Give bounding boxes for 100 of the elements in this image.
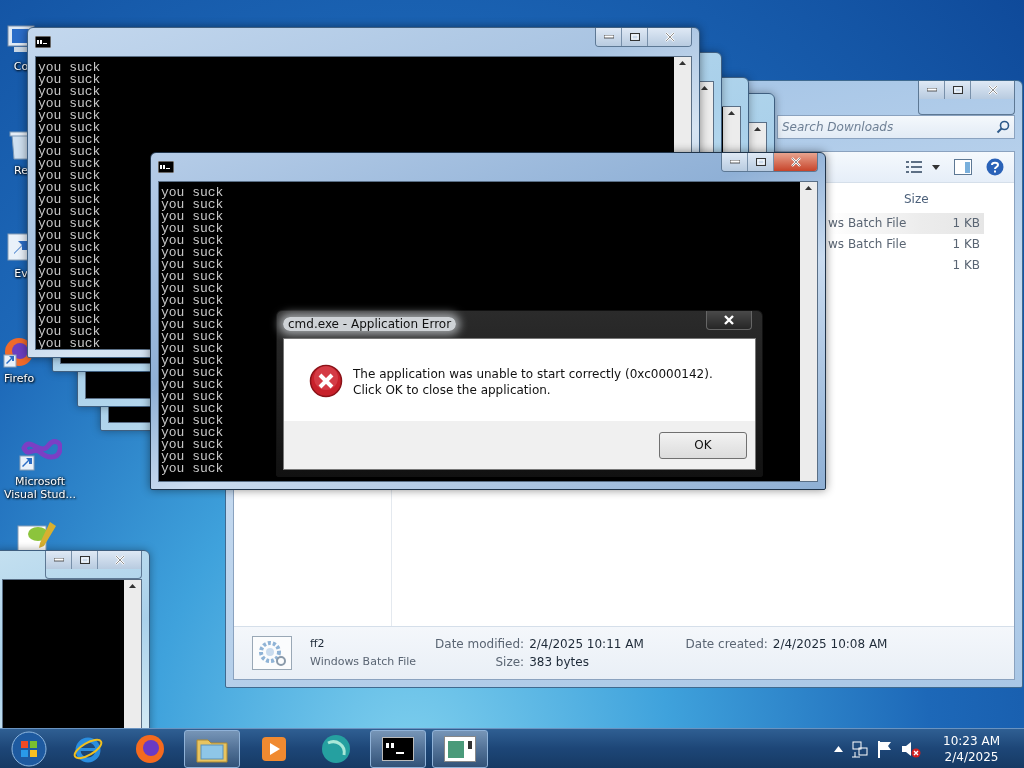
maximize-icon <box>79 556 90 564</box>
network-icon <box>851 739 870 758</box>
console-line: you suck <box>161 403 224 415</box>
minimize-icon <box>603 35 614 39</box>
console-line: you suck <box>161 379 224 391</box>
console-line: you suck <box>161 223 224 235</box>
view-options-button[interactable] <box>906 160 940 174</box>
flag-icon <box>877 739 894 758</box>
console-line: you suck <box>38 338 101 349</box>
browser-icon <box>135 733 165 764</box>
error-icon <box>309 364 343 398</box>
file-row[interactable]: ws Batch File 1 KB <box>828 234 984 255</box>
console-line: you suck <box>38 86 101 98</box>
maximize-button[interactable] <box>945 81 971 99</box>
console-line: you suck <box>38 62 101 74</box>
console-line: you suck <box>38 206 101 218</box>
field-value: 383 bytes <box>529 654 589 671</box>
maximize-button[interactable] <box>748 153 774 171</box>
file-size-cell-text: 1 KB <box>951 215 980 232</box>
icon-label[interactable]: Ev <box>14 267 28 280</box>
console-line: you suck <box>38 230 101 242</box>
close-icon <box>986 85 999 95</box>
console-line: you suck <box>38 182 101 194</box>
play-icon <box>261 735 287 762</box>
show-hidden-icons-button[interactable] <box>834 745 844 752</box>
console-line: you suck <box>38 74 101 86</box>
console-line: you suck <box>38 122 101 134</box>
volume-muted-button[interactable] <box>901 739 922 758</box>
console-line: you suck <box>38 170 101 182</box>
column-header[interactable]: Size <box>904 188 929 210</box>
console-line: you suck <box>161 367 224 379</box>
volume-muted-icon <box>901 739 922 758</box>
network-button[interactable] <box>851 739 870 758</box>
maximize-icon <box>629 33 640 41</box>
console-line: you suck <box>38 146 101 158</box>
console-line: you suck <box>38 134 101 146</box>
console-line: you suck <box>38 218 101 230</box>
preview-pane-button[interactable] <box>954 159 972 175</box>
console-line: you suck <box>38 278 101 290</box>
field-value: 2/4/2025 10:11 AM <box>529 636 644 653</box>
console-line: you suck <box>161 259 224 271</box>
clock-time: 10:23 AM <box>943 732 1000 749</box>
file-name: ff2 <box>310 636 326 652</box>
file-row[interactable]: 1 KB <box>828 255 984 276</box>
scrollbar[interactable] <box>124 580 141 731</box>
taskbar-button[interactable] <box>432 729 488 768</box>
caret-icon <box>932 164 940 170</box>
flag-button[interactable] <box>877 739 894 758</box>
list-view-icon <box>906 160 922 174</box>
dialog-title: cmd.exe - Application Error <box>283 317 457 331</box>
field-label: Date modified: <box>434 636 525 653</box>
icon-label[interactable]: Microsoft Visual Stud... <box>0 475 80 501</box>
console-line: you suck <box>161 355 224 367</box>
console-line: you suck <box>161 391 224 403</box>
file-type-cell-text: ws Batch File <box>828 215 908 232</box>
windows-logo-icon <box>11 730 47 767</box>
window-icon <box>444 735 476 762</box>
icon-label[interactable]: Firefo <box>3 372 35 385</box>
console-line: you suck <box>161 211 224 223</box>
console-icon <box>158 161 174 173</box>
file-size-cell-text: 1 KB <box>951 236 980 253</box>
scroll-up-icon <box>805 186 812 190</box>
console-line: you suck <box>38 326 101 338</box>
taskbar-button[interactable] <box>370 729 426 768</box>
minimize-icon <box>729 160 740 164</box>
maximize-button[interactable] <box>72 551 98 569</box>
pane-icon <box>954 159 972 175</box>
help-button[interactable] <box>986 158 1004 176</box>
close-icon <box>789 157 802 167</box>
ok-button[interactable]: OK <box>659 431 747 459</box>
console-line: you suck <box>38 242 101 254</box>
console-line: you suck <box>161 463 224 475</box>
file-type-cell-text: ws Batch File <box>828 236 908 253</box>
minimize-icon <box>53 558 64 562</box>
help-icon <box>986 158 1004 176</box>
console-line: you suck <box>38 158 101 170</box>
console-line: you suck <box>161 319 224 331</box>
console-line: you suck <box>38 314 101 326</box>
scrollbar[interactable] <box>800 182 817 481</box>
search-icon <box>996 120 1010 134</box>
globe-icon <box>320 732 352 765</box>
console-line: you suck <box>161 439 224 451</box>
file-row[interactable]: ws Batch File 1 KB <box>828 213 984 234</box>
show-hidden-icons-icon <box>834 745 844 752</box>
console-line: you suck <box>38 266 101 278</box>
scroll-up-icon <box>728 111 735 115</box>
icon-label[interactable]: Re <box>14 164 28 177</box>
console-line: you suck <box>161 199 224 211</box>
console-line: you suck <box>161 331 224 343</box>
close-button[interactable] <box>706 311 752 330</box>
maximize-button[interactable] <box>622 28 648 46</box>
file-type: Windows Batch File <box>310 654 417 670</box>
console-line: you suck <box>161 295 224 307</box>
error-message: The application was unable to start correctly (0xc0000142). Click OK to close the application. <box>353 366 714 398</box>
console-line: you suck <box>38 302 101 314</box>
console-icon <box>382 736 414 761</box>
maximize-icon <box>952 86 963 94</box>
console-line: you suck <box>161 235 224 247</box>
search-field[interactable]: Search Downloads <box>777 115 1015 139</box>
clock[interactable]: 10:23 AM 2/4/2025 <box>943 732 1000 765</box>
